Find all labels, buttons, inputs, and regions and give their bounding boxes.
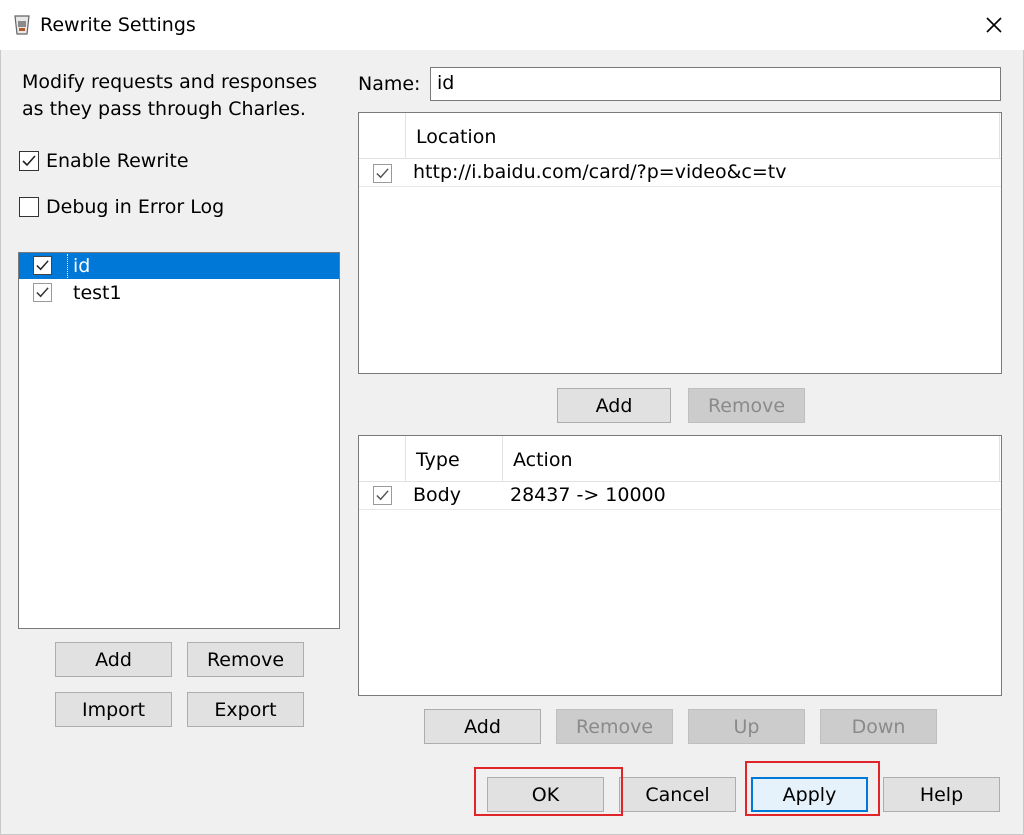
- locations-header: Location: [359, 113, 1001, 159]
- intro-line-2: as they pass through Charles.: [22, 98, 306, 120]
- name-label: Name:: [358, 73, 421, 95]
- focus-divider: [67, 254, 68, 278]
- checkbox-checked-icon: [19, 151, 39, 171]
- rule-action[interactable]: 28437 -> 10000: [510, 482, 666, 509]
- column-divider: [502, 436, 503, 482]
- name-input[interactable]: id: [430, 67, 1001, 101]
- column-divider: [405, 113, 406, 159]
- cancel-button[interactable]: Cancel: [619, 777, 736, 812]
- column-divider: [999, 436, 1000, 482]
- location-row-checkbox[interactable]: [373, 164, 392, 187]
- apply-highlight-box: [745, 761, 880, 816]
- column-divider: [405, 436, 406, 482]
- move-up-button[interactable]: Up: [688, 709, 805, 744]
- checkbox-checked-icon: [373, 486, 392, 505]
- row-divider: [359, 509, 1001, 510]
- location-url[interactable]: http://i.baidu.com/card/?p=video&c=tv: [413, 159, 787, 186]
- checkbox-checked-icon: [33, 256, 52, 275]
- checkbox-checked-icon: [373, 164, 392, 183]
- rules-table[interactable]: Type Action Body 28437 -> 10000: [358, 435, 1002, 696]
- add-location-button[interactable]: Add: [557, 388, 671, 423]
- action-column-header[interactable]: Action: [513, 448, 573, 472]
- row-divider: [359, 186, 1001, 187]
- help-button[interactable]: Help: [883, 777, 1000, 812]
- import-button[interactable]: Import: [55, 692, 172, 727]
- location-column-header[interactable]: Location: [416, 125, 496, 149]
- title-bar: Rewrite Settings: [0, 0, 1024, 50]
- add-rule-button[interactable]: Add: [424, 709, 541, 744]
- rules-header: Type Action: [359, 436, 1001, 482]
- enable-rewrite-checkbox[interactable]: [19, 151, 41, 173]
- move-down-button[interactable]: Down: [820, 709, 937, 744]
- debug-log-checkbox[interactable]: [19, 197, 41, 219]
- debug-log-label[interactable]: Debug in Error Log: [46, 194, 224, 221]
- close-button[interactable]: [976, 8, 1012, 42]
- charles-app-icon: [12, 13, 32, 37]
- list-item-checkbox[interactable]: [33, 283, 52, 306]
- remove-location-button[interactable]: Remove: [688, 388, 805, 423]
- remove-set-button[interactable]: Remove: [187, 642, 304, 677]
- list-item-checkbox[interactable]: [33, 256, 52, 279]
- checkbox-unchecked-icon: [19, 197, 39, 217]
- enable-rewrite-label[interactable]: Enable Rewrite: [46, 148, 189, 175]
- checkbox-checked-icon: [33, 283, 52, 302]
- remove-rule-button[interactable]: Remove: [556, 709, 673, 744]
- rule-type[interactable]: Body: [413, 482, 461, 509]
- export-button[interactable]: Export: [187, 692, 304, 727]
- locations-table[interactable]: Location http://i.baidu.com/card/?p=vide…: [358, 112, 1002, 374]
- type-column-header[interactable]: Type: [416, 448, 460, 472]
- rewrite-sets-list[interactable]: id test1: [18, 252, 340, 629]
- list-item-label[interactable]: test1: [73, 280, 122, 307]
- close-icon: [986, 17, 1002, 33]
- ok-highlight-box: [474, 767, 623, 816]
- add-set-button[interactable]: Add: [55, 642, 172, 677]
- column-divider: [999, 113, 1000, 159]
- window-title: Rewrite Settings: [40, 14, 196, 36]
- list-item-label[interactable]: id: [73, 253, 90, 280]
- intro-line-1: Modify requests and responses: [22, 71, 318, 93]
- rule-row-checkbox[interactable]: [373, 486, 392, 509]
